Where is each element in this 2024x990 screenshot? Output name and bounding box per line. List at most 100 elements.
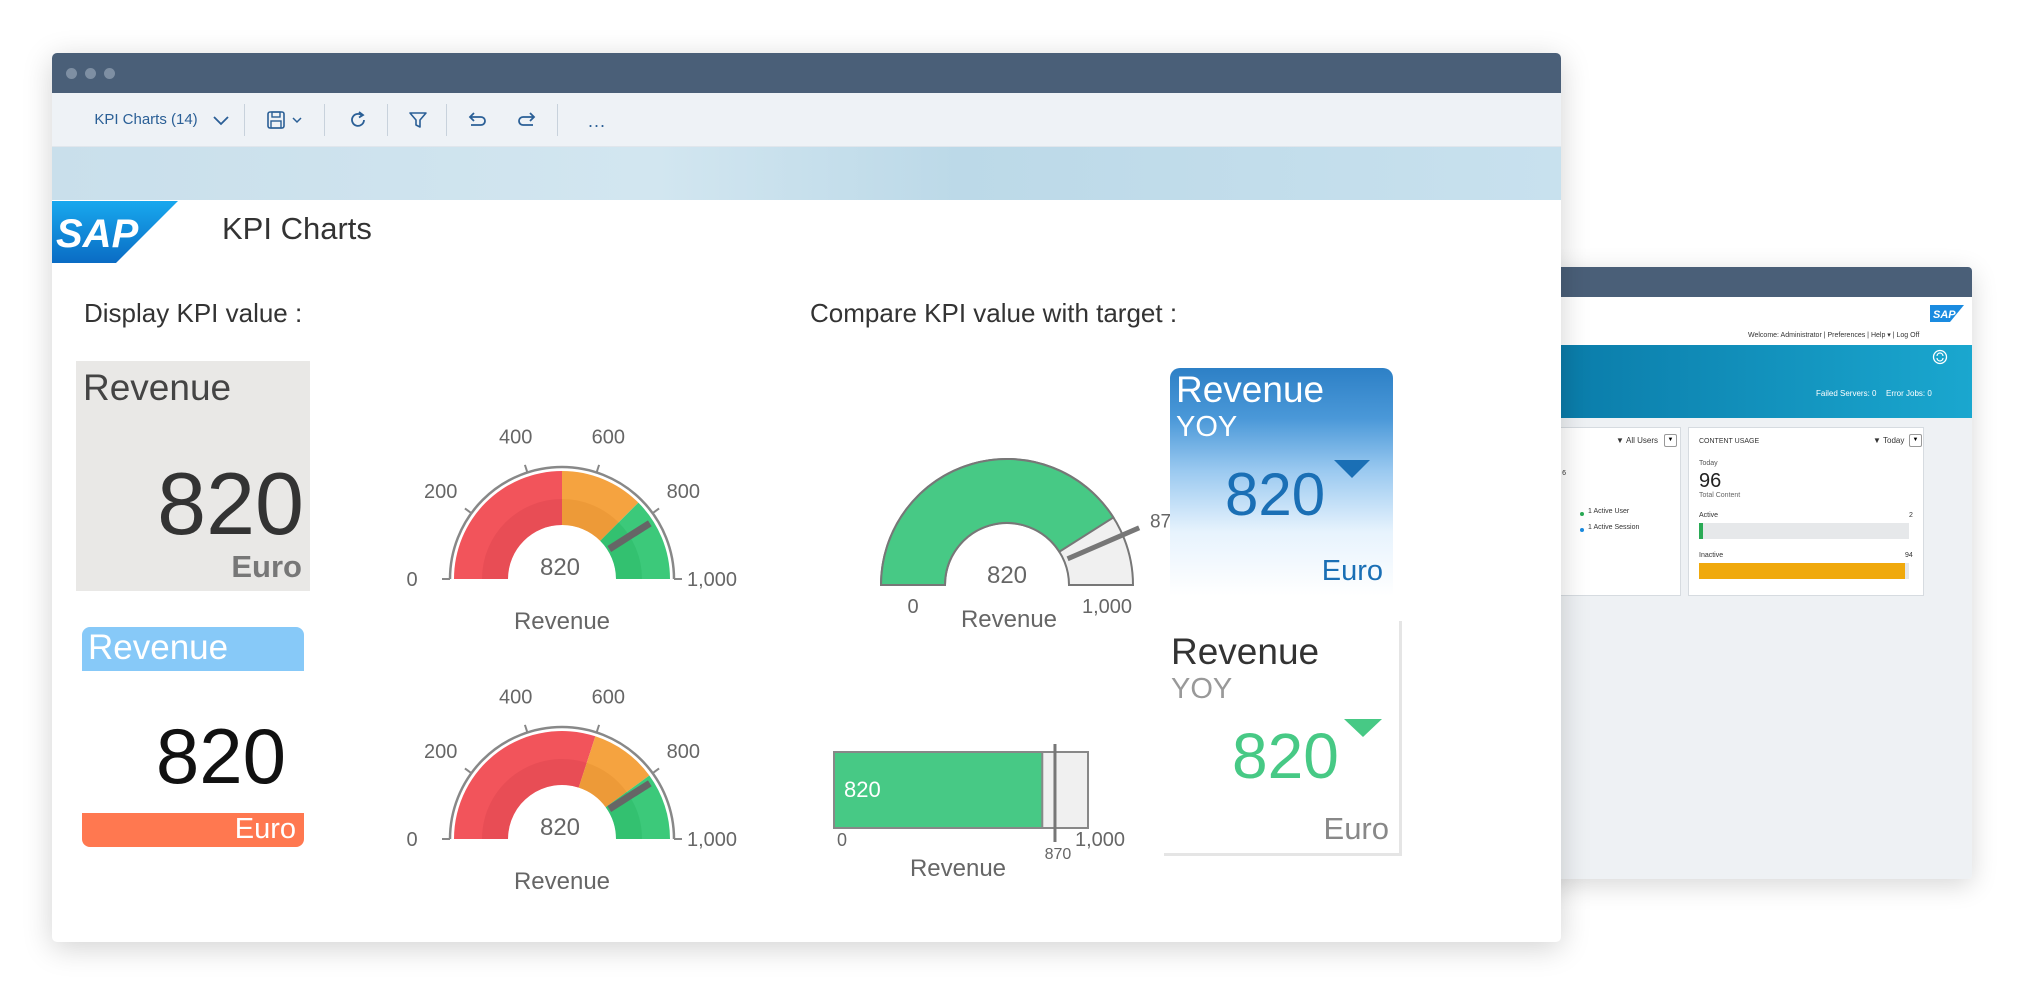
gauge-tick-label: 800	[667, 741, 700, 763]
today-filter-icon: ▼	[1873, 436, 1881, 445]
gauge-tick	[523, 464, 529, 473]
gauge-tick	[595, 464, 601, 473]
filter-button[interactable]	[398, 93, 438, 146]
bullet-label: Revenue	[910, 855, 1006, 882]
inactive-count: 94	[1905, 552, 1913, 559]
gauge-tick-label: 200	[424, 481, 457, 503]
gauge-chart-2: 0 200 400 600 800 1,000 820 Revenue	[406, 686, 737, 895]
filter-icon	[409, 111, 427, 128]
gauge-max-label: 1,000	[1082, 596, 1132, 618]
tile-unit: Euro	[231, 549, 302, 584]
bi-header: SAP Welcome: Administrator | Preferences…	[1540, 297, 1972, 345]
inactive-label: Inactive	[1699, 552, 1724, 559]
section-compare-kpi: Compare KPI value with target :	[810, 298, 1178, 328]
gauge-value-label: 820	[540, 814, 580, 841]
trend-down-icon	[1344, 719, 1382, 737]
tile-unit: Euro	[234, 813, 296, 845]
tile-subtitle: YOY	[1171, 673, 1233, 705]
toolbar: KPI Charts (14) ...	[52, 93, 1561, 147]
gauge-chart-1: 0 200 400 600 800 1,000 820 Revenue	[406, 426, 737, 635]
more-button[interactable]: ...	[572, 93, 622, 146]
content-usage-title: CONTENT USAGE	[1699, 438, 1760, 445]
users-dropdown-icon[interactable]: ▼	[1664, 434, 1677, 447]
document-selector[interactable]: KPI Charts (14)	[82, 93, 242, 146]
content-usage-card: CONTENT USAGE ▼ Today ▼ Today 96 Total C…	[1688, 427, 1924, 596]
background-window-titlebar	[1540, 267, 1972, 297]
gauge-value-label: 820	[987, 562, 1027, 589]
gauge-tick	[652, 507, 660, 514]
save-button[interactable]	[256, 93, 312, 146]
refresh-icon	[351, 110, 365, 127]
save-dropdown-icon	[291, 116, 302, 123]
gauge-value-label: 820	[540, 554, 580, 581]
kpi-tile-gray[interactable]: Revenue 820 Euro	[76, 361, 310, 591]
window-dot-close[interactable]	[66, 68, 77, 79]
failed-servers[interactable]: Failed Servers: 0	[1816, 389, 1876, 398]
save-icon	[266, 110, 285, 129]
today-dropdown-icon[interactable]: ▼	[1909, 434, 1922, 447]
users-filter[interactable]: All Users	[1626, 436, 1658, 445]
welcome-bar[interactable]: Welcome: Administrator | Preferences | H…	[1748, 331, 1919, 339]
today-label: Today	[1699, 460, 1718, 467]
active-session: 1 Active Session	[1588, 524, 1640, 531]
gauge-tick-label: 1,000	[687, 569, 737, 591]
bullet-chart: 820 0 8701,000 Revenue	[833, 744, 1125, 882]
bullet-max-label: 1,000	[1075, 829, 1125, 851]
refresh-icon[interactable]	[1932, 349, 1948, 365]
toolbar-divider	[244, 104, 245, 136]
inactive-bar-track	[1699, 563, 1909, 579]
active-label: Active	[1699, 512, 1719, 519]
undo-button[interactable]	[456, 93, 496, 146]
error-jobs[interactable]: Error Jobs: 0	[1886, 389, 1932, 398]
window-dot-minimize[interactable]	[85, 68, 96, 79]
active-count: 2	[1909, 512, 1913, 519]
tile-title: Revenue	[1176, 369, 1325, 410]
toolbar-divider	[557, 104, 558, 136]
gauge-tick-label: 400	[499, 426, 532, 448]
tile-value: 820	[157, 454, 304, 553]
window-dot-maximize[interactable]	[104, 68, 115, 79]
kpi-tile-blue-yoy[interactable]: Revenue YOY 820 Euro	[1170, 368, 1393, 596]
total-content-label: Total Content	[1699, 492, 1741, 499]
chevron-down-icon	[213, 115, 229, 125]
gauge-tick	[464, 507, 472, 514]
active-session-dot	[1580, 528, 1584, 532]
kpi-tile-white-yoy[interactable]: Revenue YOY 820 Euro	[1164, 621, 1402, 856]
tile-value: 820	[1232, 720, 1339, 792]
users-filter-icon: ▼	[1616, 436, 1624, 445]
sap-logo: SAP	[52, 201, 178, 263]
section-display-kpi: Display KPI value :	[84, 298, 303, 328]
sap-logo-small: SAP	[1930, 305, 1964, 322]
tile-value: 820	[155, 712, 286, 800]
gauge-tick-label: 200	[424, 741, 457, 763]
gauge-tick-label: 800	[667, 481, 700, 503]
gauge-min-label: 0	[907, 596, 918, 618]
redo-icon	[518, 111, 536, 126]
refresh-button[interactable]	[337, 93, 379, 146]
gauge-tick-label: 0	[406, 569, 417, 591]
today-filter[interactable]: Today	[1883, 436, 1904, 445]
bullet-value-label: 820	[844, 777, 881, 802]
tile-title: Revenue	[83, 367, 232, 408]
banner	[52, 147, 1561, 200]
gauge-tick	[464, 767, 472, 774]
window-titlebar	[52, 53, 1561, 93]
background-window-content: SAP Welcome: Administrator | Preferences…	[1540, 297, 1972, 879]
trend-down-icon	[1334, 460, 1370, 478]
gauge-tick-label: 600	[592, 426, 625, 448]
redo-button[interactable]	[508, 93, 548, 146]
active-user-dot	[1580, 512, 1584, 516]
tile-title: Revenue	[1171, 631, 1320, 672]
more-icon: ...	[587, 111, 606, 131]
page-title: KPI Charts	[222, 211, 372, 246]
target-gauge-chart: 8708200 1,000Revenue	[879, 458, 1182, 633]
kpi-tile-blue-orange[interactable]: Revenue 820 Euro	[82, 627, 304, 847]
gauge-label: Revenue	[514, 608, 610, 635]
gauge-label: Revenue	[961, 606, 1057, 633]
toolbar-divider	[387, 104, 388, 136]
sap-logo-text: SAP	[56, 212, 139, 256]
gauge-tick-label: 600	[592, 686, 625, 708]
gauge-label: Revenue	[514, 868, 610, 895]
gauge-tick-label: 400	[499, 686, 532, 708]
gauge-tick	[652, 767, 660, 774]
